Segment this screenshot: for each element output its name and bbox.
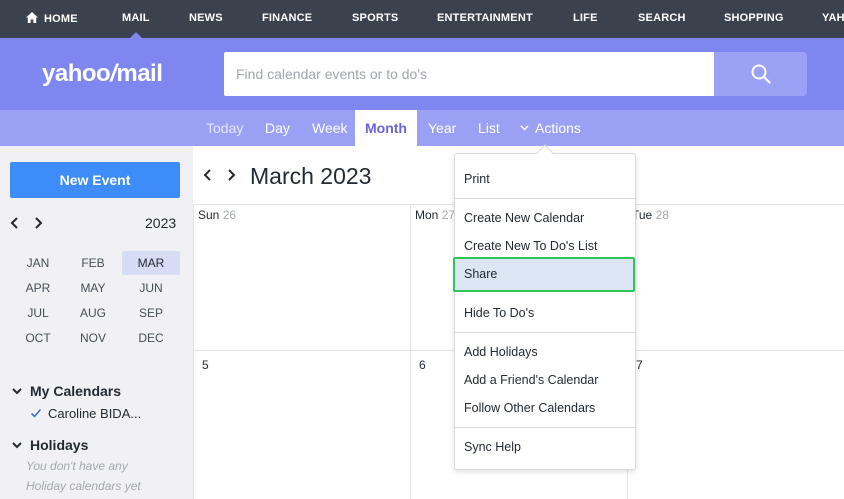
calendar-view-bar: Today Day Week Month Year List Actions: [0, 110, 844, 146]
chevron-left-icon: [10, 217, 18, 229]
day-header-tue: Tue 28: [632, 208, 669, 222]
holidays-empty-line-2: Holiday calendars yet: [26, 479, 141, 493]
search-input[interactable]: [224, 52, 714, 96]
tab-day[interactable]: Day: [265, 110, 290, 146]
calendar-item-label: Caroline BIDA...: [48, 406, 142, 421]
month-jun[interactable]: JUN: [122, 276, 180, 300]
month-aug[interactable]: AUG: [64, 301, 122, 325]
day-name: Mon: [415, 208, 439, 222]
tab-today[interactable]: Today: [206, 110, 243, 146]
menu-item-create-calendar[interactable]: Create New Calendar: [455, 205, 635, 231]
search-icon: [751, 64, 771, 84]
logo-mail: mail: [116, 60, 163, 87]
menu-divider: [455, 332, 635, 333]
checkmark-icon: [30, 408, 42, 418]
actions-label: Actions: [535, 120, 581, 136]
yahoo-mail-logo[interactable]: yahoo/mail: [42, 60, 163, 88]
chevron-down-icon: [12, 388, 22, 395]
actions-menu-button[interactable]: Actions: [520, 110, 581, 146]
holidays-header[interactable]: Holidays: [12, 437, 88, 453]
month-feb[interactable]: FEB: [64, 251, 122, 275]
day-number: 26: [222, 208, 237, 222]
mini-calendar-year: 2023: [145, 215, 177, 231]
top-navigation: HOME MAIL NEWS FINANCE SPORTS ENTERTAINM…: [0, 0, 844, 38]
holidays-empty-line-1: You don't have any: [26, 459, 128, 473]
nav-shopping[interactable]: SHOPPING: [724, 12, 784, 24]
nav-entertainment[interactable]: ENTERTAINMENT: [437, 12, 533, 24]
chevron-down-icon: [520, 125, 529, 131]
search-button[interactable]: [714, 52, 807, 96]
day-header-sun: Sun 26: [198, 208, 236, 222]
prev-year-button[interactable]: [10, 216, 20, 234]
month-apr[interactable]: APR: [9, 276, 67, 300]
nav-home[interactable]: HOME: [26, 12, 78, 25]
month-sep[interactable]: SEP: [122, 301, 180, 325]
day-header-mon: Mon 27: [415, 208, 455, 222]
nav-news[interactable]: NEWS: [189, 12, 223, 24]
nav-search[interactable]: SEARCH: [638, 12, 686, 24]
chevron-right-icon: [35, 217, 43, 229]
prev-month-button[interactable]: [203, 166, 213, 187]
day-cell-5[interactable]: 5: [202, 358, 209, 372]
month-dec[interactable]: DEC: [122, 326, 180, 350]
grid-line: [410, 204, 411, 499]
day-cell-6[interactable]: 6: [419, 358, 426, 372]
actions-dropdown: Print Create New Calendar Create New To …: [453, 144, 636, 470]
menu-divider: [455, 427, 635, 428]
nav-life[interactable]: LIFE: [573, 12, 598, 24]
menu-item-share[interactable]: Share: [453, 257, 635, 292]
search-box: [224, 52, 714, 96]
menu-item-add-friend-calendar[interactable]: Add a Friend's Calendar: [455, 367, 635, 393]
menu-item-add-holidays[interactable]: Add Holidays: [455, 339, 635, 365]
menu-item-follow-calendars[interactable]: Follow Other Calendars: [455, 395, 635, 421]
nav-sports[interactable]: SPORTS: [352, 12, 398, 24]
month-nov[interactable]: NOV: [64, 326, 122, 350]
tab-week[interactable]: Week: [312, 110, 348, 146]
nav-home-label: HOME: [44, 13, 78, 25]
holidays-label: Holidays: [30, 437, 89, 453]
chevron-down-icon: [12, 442, 22, 449]
home-icon: [26, 12, 38, 23]
menu-item-hide-todos[interactable]: Hide To Do's: [455, 300, 635, 326]
nav-finance[interactable]: FINANCE: [262, 12, 312, 24]
tab-list[interactable]: List: [478, 110, 500, 146]
menu-divider: [455, 198, 635, 199]
month-jan[interactable]: JAN: [9, 251, 67, 275]
nav-yahoo[interactable]: YAH: [822, 12, 844, 24]
tab-month[interactable]: Month: [355, 110, 417, 146]
calendar-title: March 2023: [250, 163, 372, 189]
header: yahoo/mail: [0, 38, 844, 110]
calendar-item[interactable]: Caroline BIDA...: [30, 406, 141, 421]
next-month-button[interactable]: [226, 166, 236, 187]
day-number: 28: [655, 208, 669, 222]
sidebar: New Event 2023 JAN FEB MAR APR MAY JUN J…: [0, 146, 193, 499]
menu-item-create-todo-list[interactable]: Create New To Do's List: [455, 233, 635, 259]
month-mar[interactable]: MAR: [122, 251, 180, 275]
menu-item-sync-help[interactable]: Sync Help: [455, 434, 635, 460]
chevron-left-icon: [203, 169, 211, 181]
new-event-button[interactable]: New Event: [10, 162, 180, 198]
grid-line: [193, 204, 194, 499]
month-may[interactable]: MAY: [64, 276, 122, 300]
my-calendars-label: My Calendars: [30, 383, 122, 399]
my-calendars-header[interactable]: My Calendars: [12, 383, 121, 399]
month-oct[interactable]: OCT: [9, 326, 67, 350]
menu-item-print[interactable]: Print: [455, 166, 635, 192]
month-jul[interactable]: JUL: [9, 301, 67, 325]
tab-year[interactable]: Year: [428, 110, 456, 146]
day-name: Sun: [198, 208, 220, 222]
next-year-button[interactable]: [33, 216, 43, 234]
logo-yahoo: yahoo: [42, 60, 111, 87]
chevron-right-icon: [228, 169, 236, 181]
nav-mail[interactable]: MAIL: [122, 12, 150, 38]
day-cell-7[interactable]: 7: [636, 358, 643, 372]
